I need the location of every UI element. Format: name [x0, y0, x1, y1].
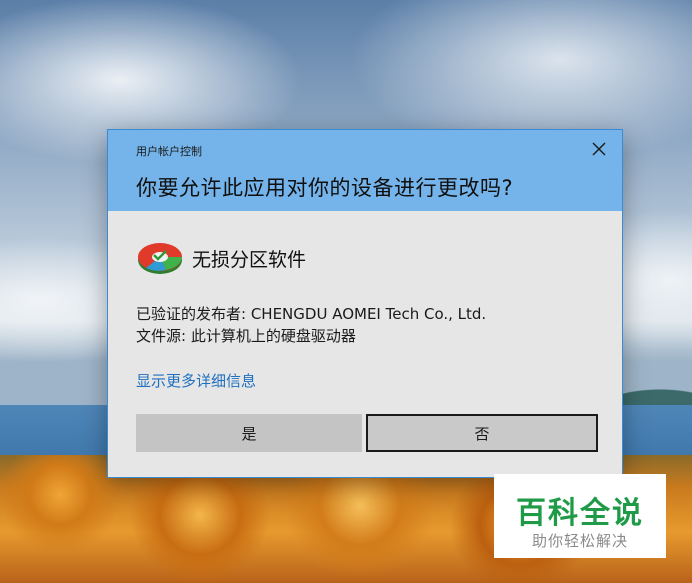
dialog-question: 你要允许此应用对你的设备进行更改吗?	[136, 176, 514, 200]
dialog-title: 用户帐户控制	[136, 145, 202, 158]
close-button[interactable]	[588, 138, 610, 160]
dialog-header: 用户帐户控制 你要允许此应用对你的设备进行更改吗?	[108, 130, 622, 211]
watermark-subtitle: 助你轻松解决	[531, 532, 628, 550]
app-info-row: 无损分区软件	[136, 240, 306, 276]
watermark-logo: 百科全说 助你轻松解决	[494, 474, 666, 558]
close-icon	[592, 142, 606, 156]
uac-dialog: 用户帐户控制 你要允许此应用对你的设备进行更改吗? 无损分区软件 已验证的发布者…	[108, 130, 622, 477]
partition-disk-icon	[138, 243, 182, 274]
app-name: 无损分区软件	[192, 248, 307, 271]
watermark-title: 百科全说	[516, 496, 644, 531]
show-details-link[interactable]: 显示更多详细信息	[136, 370, 256, 391]
file-source: 文件源: 此计算机上的硬盘驱动器	[136, 327, 356, 345]
yes-button[interactable]: 是	[136, 414, 362, 452]
no-button[interactable]: 否	[366, 414, 598, 452]
verified-publisher: 已验证的发布者: CHENGDU AOMEI Tech Co., Ltd.	[136, 305, 487, 323]
